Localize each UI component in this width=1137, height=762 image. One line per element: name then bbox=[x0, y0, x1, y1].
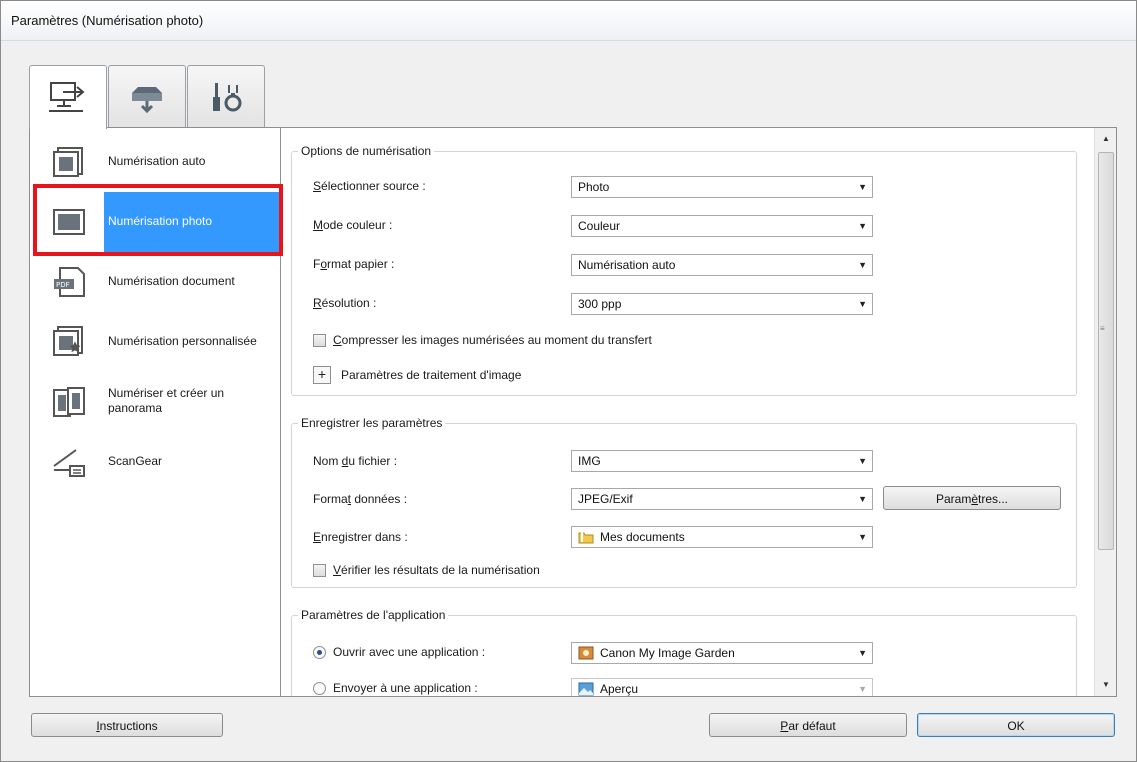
file-name-value: IMG bbox=[578, 454, 601, 468]
list-item-label: Numérisation auto bbox=[108, 154, 206, 168]
data-format-label: Format données : bbox=[313, 492, 408, 506]
file-name-label: Nom du fichier : bbox=[313, 454, 398, 468]
open-with-app-label: Ouvrir avec une application : bbox=[333, 645, 486, 659]
selected-value: Canon My Image Garden bbox=[600, 646, 735, 660]
format-settings-button[interactable]: Paramètres... bbox=[883, 486, 1061, 510]
scan-from-computer-icon bbox=[49, 81, 85, 112]
list-item-panorama[interactable]: Numériser et créer un panorama bbox=[30, 372, 280, 432]
auto-scan-icon bbox=[53, 147, 83, 177]
selected-value: Numérisation auto bbox=[578, 258, 676, 272]
open-with-app-radio[interactable] bbox=[313, 646, 326, 659]
file-name-combo[interactable]: IMG ▼ bbox=[571, 450, 873, 472]
paper-size-select[interactable]: Numérisation auto ▼ bbox=[571, 254, 873, 276]
ok-button[interactable]: OK bbox=[917, 713, 1115, 737]
document-scan-icon: PDF bbox=[54, 267, 85, 297]
scangear-icon bbox=[53, 449, 85, 477]
group-title: Paramètres de l'application bbox=[301, 608, 446, 622]
send-to-app-label: Envoyer à une application : bbox=[333, 681, 478, 695]
send-to-app-select[interactable]: Aperçu ▼ bbox=[571, 678, 873, 696]
image-processing-label: Paramètres de traitement d'image bbox=[341, 368, 522, 382]
list-item-custom-scan[interactable]: Numérisation personnalisée bbox=[30, 312, 280, 372]
paper-size-label: Format papier : bbox=[313, 257, 395, 271]
list-item-document-scan[interactable]: PDF Numérisation document bbox=[30, 252, 280, 312]
chevron-down-icon: ▼ bbox=[858, 182, 867, 192]
chevron-down-icon: ▼ bbox=[858, 260, 867, 270]
selected-value: JPEG/Exif bbox=[578, 492, 633, 506]
list-item-label: Numérisation personnalisée bbox=[108, 334, 257, 348]
window-title: Paramètres (Numérisation photo) bbox=[11, 13, 204, 28]
selected-value: Aperçu bbox=[600, 682, 639, 696]
list-item-label: Numérisation document bbox=[108, 274, 235, 288]
open-with-app-select[interactable]: Canon My Image Garden ▼ bbox=[571, 642, 873, 664]
list-item-auto-scan[interactable]: Numérisation auto bbox=[30, 132, 280, 192]
expand-image-processing-button[interactable]: + bbox=[313, 366, 331, 384]
chevron-down-icon: ▼ bbox=[858, 494, 867, 504]
scan-from-operation-panel-icon bbox=[132, 86, 162, 113]
scroll-down-icon[interactable]: ▼ bbox=[1095, 676, 1117, 694]
save-in-label: Enregistrer dans : bbox=[313, 530, 408, 544]
data-format-select[interactable]: JPEG/Exif ▼ bbox=[571, 488, 873, 510]
scroll-up-icon[interactable]: ▲ bbox=[1095, 130, 1117, 148]
selected-value: Mes documents bbox=[600, 530, 685, 544]
resolution-select[interactable]: 300 ppp ▼ bbox=[571, 293, 873, 315]
vertical-scrollbar[interactable]: ▲ ≡ ▼ bbox=[1094, 128, 1116, 696]
tab-scan-from-computer[interactable] bbox=[29, 65, 107, 129]
resolution-label: Résolution : bbox=[313, 296, 377, 310]
tab-general-settings[interactable] bbox=[187, 65, 265, 127]
color-mode-select[interactable]: Couleur ▼ bbox=[571, 215, 873, 237]
scroll-grip-icon: ≡ bbox=[1100, 324, 1105, 333]
source-select[interactable]: Photo ▼ bbox=[571, 176, 873, 198]
settings-dialog: Paramètres (Numérisation photo) Numérisa… bbox=[0, 0, 1137, 762]
instructions-button[interactable]: Instructions bbox=[31, 713, 223, 737]
svg-text:PDF: PDF bbox=[56, 281, 70, 289]
panorama-icon bbox=[53, 387, 85, 417]
folder-icon bbox=[578, 532, 594, 544]
chevron-down-icon: ▼ bbox=[858, 532, 867, 542]
compress-label: Compresser les images numérisées au mome… bbox=[333, 333, 652, 347]
tab-scan-from-operation-panel[interactable] bbox=[108, 65, 186, 127]
chevron-down-icon: ▼ bbox=[858, 684, 867, 694]
highlight-box bbox=[33, 184, 283, 256]
save-in-select[interactable]: Mes documents ▼ bbox=[571, 526, 873, 548]
group-title: Enregistrer les paramètres bbox=[301, 416, 443, 430]
title-bar: Paramètres (Numérisation photo) bbox=[1, 1, 1136, 41]
custom-scan-icon bbox=[53, 326, 83, 356]
color-mode-label: Mode couleur : bbox=[313, 218, 393, 232]
chevron-down-icon: ▼ bbox=[858, 221, 867, 231]
verify-label: Vérifier les résultats de la numérisatio… bbox=[333, 563, 540, 577]
chevron-down-icon: ▼ bbox=[858, 648, 867, 658]
group-title: Options de numérisation bbox=[301, 144, 432, 158]
general-settings-icon bbox=[213, 82, 242, 111]
chevron-down-icon: ▼ bbox=[858, 456, 867, 466]
send-to-app-radio[interactable] bbox=[313, 682, 326, 695]
scroll-thumb[interactable] bbox=[1098, 152, 1114, 550]
selected-value: Photo bbox=[578, 180, 610, 194]
compress-checkbox[interactable] bbox=[313, 334, 326, 347]
chevron-down-icon: ▼ bbox=[858, 299, 867, 309]
verify-checkbox[interactable] bbox=[313, 564, 326, 577]
source-label: Sélectionner source : bbox=[313, 179, 426, 193]
selected-value: 300 ppp bbox=[578, 297, 622, 311]
list-item-scangear[interactable]: ScanGear bbox=[30, 432, 280, 492]
selected-value: Couleur bbox=[578, 219, 621, 233]
preview-icon bbox=[578, 682, 594, 696]
list-item-label: Numériser et créer un panorama bbox=[108, 386, 225, 415]
defaults-button[interactable]: Par défaut bbox=[709, 713, 907, 737]
settings-panel: Options de numérisation Sélectionner sou… bbox=[281, 127, 1117, 697]
image-garden-icon bbox=[578, 646, 594, 660]
list-item-label: ScanGear bbox=[108, 454, 163, 468]
